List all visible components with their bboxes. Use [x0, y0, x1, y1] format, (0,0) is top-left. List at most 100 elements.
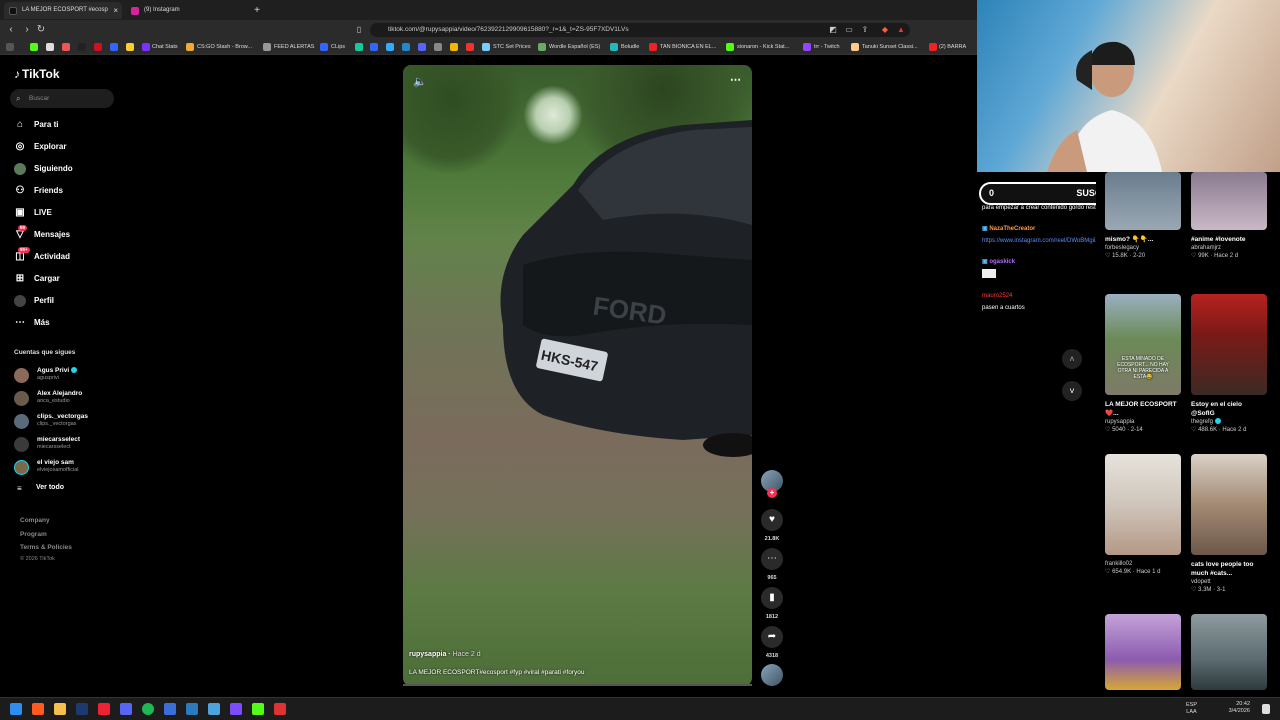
suggested-video-card[interactable]	[1191, 614, 1267, 690]
bookmark-icon[interactable]	[929, 43, 937, 51]
bookmark-icon[interactable]	[94, 43, 102, 51]
bookmark-icon[interactable]	[126, 43, 134, 51]
nav-cargar[interactable]: ⊞ Cargar	[14, 270, 60, 288]
bookmark-link[interactable]: Wordle Español (ES)	[549, 43, 600, 52]
share-button[interactable]: ➦ 4318	[760, 626, 784, 659]
followed-account[interactable]: clips._vectorgas clips._vectorgas	[14, 412, 88, 432]
nav-perfil[interactable]: Perfil	[14, 292, 54, 310]
forward-icon[interactable]: ›	[20, 23, 34, 37]
close-tab-icon[interactable]: ×	[113, 2, 118, 19]
bookmark-icon[interactable]	[538, 43, 546, 51]
bookmark-icon[interactable]	[46, 43, 54, 51]
bookmark-icon[interactable]	[402, 43, 410, 51]
extension-icon[interactable]: ◩	[826, 23, 840, 37]
bookmark-link[interactable]: TAN BIONICA EN EL...	[660, 43, 716, 52]
bookmark-icon[interactable]	[649, 43, 657, 51]
bookmark-link[interactable]: Tanuki Sunset Classi...	[862, 43, 918, 52]
followed-account[interactable]: el viejo sam elviejosamofficial	[14, 458, 78, 478]
followed-account[interactable]: miecarsselect miecarsselect	[14, 435, 80, 455]
bookmark-link[interactable]: Chat Stats	[152, 43, 178, 52]
bookmark-link[interactable]: CS:GO Stash - Brow...	[197, 43, 252, 52]
bookmark-icon[interactable]	[110, 43, 118, 51]
windows-start-icon[interactable]	[10, 703, 22, 715]
bookmark-link[interactable]: (2) BARRA	[939, 43, 966, 52]
bookmark-icon[interactable]	[263, 43, 271, 51]
bookmark-icon[interactable]: ▯	[352, 23, 366, 37]
nav-mas[interactable]: ⋯ Más	[14, 314, 50, 332]
suggested-video-card[interactable]	[1105, 614, 1181, 690]
more-options-icon[interactable]: ⋯	[730, 73, 741, 86]
like-button[interactable]: ♥ 21.8K	[760, 509, 784, 542]
nav-explorar[interactable]: ◎ Explorar	[14, 138, 67, 156]
app-icon[interactable]	[274, 703, 286, 715]
nav-friends[interactable]: ⚇ Friends	[14, 182, 63, 200]
bookmark-icon[interactable]	[142, 43, 150, 51]
new-tab-button[interactable]: +	[250, 2, 264, 19]
tab-instagram[interactable]: (9) Instagram	[126, 2, 244, 19]
system-clock[interactable]: 20:42 3/4/2026	[1229, 701, 1250, 715]
nav-para-ti[interactable]: ⌂ Para ti	[14, 116, 59, 134]
back-icon[interactable]: ‹	[4, 23, 18, 37]
bookmark-link[interactable]: STC Set Prices	[493, 43, 531, 52]
app-icon[interactable]	[230, 703, 242, 715]
steam-icon[interactable]	[76, 703, 88, 715]
bookmark-icon[interactable]	[610, 43, 618, 51]
nav-live[interactable]: ▣ LIVE	[14, 204, 52, 222]
bookmark-icon[interactable]	[386, 43, 394, 51]
app-icon[interactable]	[186, 703, 198, 715]
search-input[interactable]: ⌕ Buscar	[10, 89, 114, 108]
save-button[interactable]: ▮ 1812	[760, 587, 784, 620]
nav-actividad[interactable]: ◫ 99+ Actividad	[14, 247, 70, 266]
bookmark-icon[interactable]	[418, 43, 426, 51]
bookmark-icon[interactable]	[726, 43, 734, 51]
next-video-avatar[interactable]	[761, 664, 783, 686]
discord-icon[interactable]	[120, 703, 132, 715]
nav-mensajes[interactable]: ▽ 59 Mensajes	[14, 225, 70, 244]
kick-icon[interactable]	[30, 43, 38, 51]
followed-account[interactable]: Alex Alejandro aoca_estudio	[14, 389, 82, 409]
bookmark-link[interactable]: sionaron - Kick Stat...	[737, 43, 789, 52]
bookmark-icon[interactable]	[803, 43, 811, 51]
footer-program[interactable]: Program	[20, 531, 47, 538]
footer-company[interactable]: Company	[20, 517, 50, 524]
nav-siguiendo[interactable]: Siguiendo	[14, 160, 73, 178]
footer-terms[interactable]: Terms & Policies	[20, 544, 72, 551]
follow-plus-icon[interactable]: +	[767, 488, 777, 498]
bookmark-icon[interactable]	[450, 43, 458, 51]
suggested-video-card[interactable]: ESTA MINADO DE ECOSPORT... NO HAY OTRA N…	[1105, 294, 1181, 434]
next-video-button[interactable]: ˅	[1062, 381, 1082, 401]
video-player[interactable]: FORD HKS-547	[403, 65, 752, 686]
suggested-video-card[interactable]: #anime #lovenote abrahamjrz ♡ 99K · Hace…	[1191, 172, 1267, 260]
reload-icon[interactable]: ↻	[34, 23, 48, 37]
notification-icon[interactable]	[1262, 704, 1270, 714]
kick-icon[interactable]	[252, 703, 264, 715]
app-icon[interactable]	[208, 703, 220, 715]
brave-icon[interactable]	[32, 703, 44, 715]
comment-button[interactable]: ⋯ 965	[760, 548, 784, 581]
share-icon[interactable]: ⇪	[858, 23, 872, 37]
suggested-video-card[interactable]: Estoy en el cielo @SofIG thegrefg ♡ 488.…	[1191, 294, 1267, 434]
bookmark-icon[interactable]	[62, 43, 70, 51]
previous-video-button[interactable]: ˄	[1062, 349, 1082, 369]
followed-account[interactable]: Agus Privi agusprivi	[14, 366, 78, 386]
bookmark-link[interactable]: CLips	[331, 43, 345, 52]
volume-icon[interactable]: 🔈	[413, 75, 427, 88]
bookmark-icon[interactable]	[482, 43, 490, 51]
bookmark-link[interactable]: trr - Twitch	[814, 43, 840, 52]
bookmark-link[interactable]: Boludle	[621, 43, 639, 52]
spotify-icon[interactable]	[142, 703, 154, 715]
bookmark-icon[interactable]	[186, 43, 194, 51]
tiktok-logo[interactable]: ♪ TikTok	[14, 67, 60, 81]
language-indicator[interactable]: ESP LAA	[1186, 702, 1197, 716]
see-all-link[interactable]: ≡ Ver todo	[14, 484, 64, 493]
bookmark-icon[interactable]	[434, 43, 442, 51]
bookmark-icon[interactable]	[466, 43, 474, 51]
app-icon[interactable]	[98, 703, 110, 715]
apps-icon[interactable]	[6, 43, 14, 51]
app-icon[interactable]	[164, 703, 176, 715]
bookmark-icon[interactable]	[851, 43, 859, 51]
bookmark-icon[interactable]	[355, 43, 363, 51]
tab-tiktok[interactable]: LA MEJOR ECOSPORT #ecosp ×	[4, 2, 122, 19]
bookmark-icon[interactable]	[78, 43, 86, 51]
cast-icon[interactable]: ▭	[842, 23, 856, 37]
